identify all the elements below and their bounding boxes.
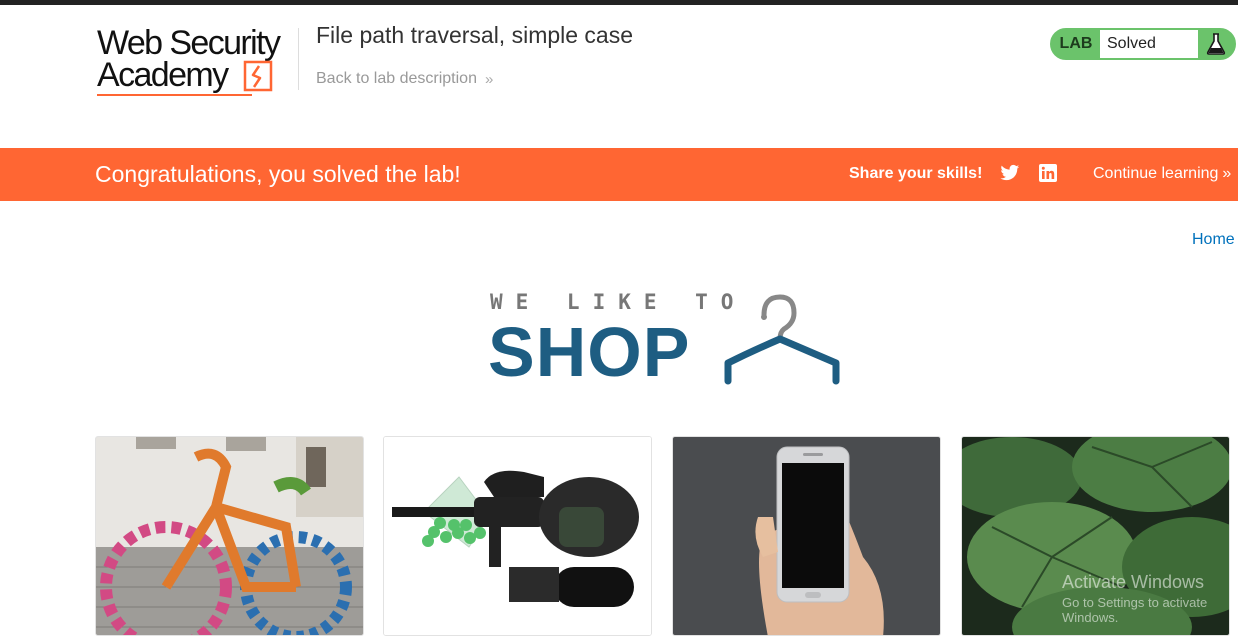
top-border <box>0 0 1238 5</box>
lab-solved-banner: Congratulations, you solved the lab! Sha… <box>0 148 1238 201</box>
shop-logo-word: SHOP <box>488 313 691 391</box>
shop-logo-tagline: WE LIKE TO <box>490 290 747 314</box>
lab-status-text: Solved <box>1100 30 1198 58</box>
watermark-line1: Activate Windows <box>1062 572 1205 592</box>
linkedin-icon[interactable] <box>1039 164 1057 182</box>
lab-title: File path traversal, simple case <box>316 22 634 48</box>
back-to-lab-description-link[interactable]: Back to lab description » <box>316 70 493 88</box>
product-card[interactable] <box>95 436 364 636</box>
logo-line1: Web Security <box>97 24 281 62</box>
continue-learning-link[interactable]: Continue learning » <box>1093 165 1231 183</box>
watermark-line2: Go to Settings to activate Windows. <box>1062 595 1208 625</box>
congratulations-message: Congratulations, you solved the lab! <box>95 161 461 187</box>
logo-line2: Academy <box>97 56 229 94</box>
lab-status-prefix: LAB <box>1059 35 1093 52</box>
academy-mark-icon <box>243 60 273 92</box>
product-image-paintball <box>384 437 651 635</box>
header-divider <box>298 28 299 90</box>
flask-icon <box>1198 30 1234 58</box>
product-card[interactable] <box>672 436 941 636</box>
double-chevron-right-icon: » <box>484 70 494 88</box>
back-link-label: Back to lab description <box>316 70 477 87</box>
logo-underline <box>97 94 252 96</box>
hanger-icon <box>724 294 840 385</box>
continue-learning-label: Continue learning <box>1093 165 1219 182</box>
product-image-bicycle <box>96 437 363 635</box>
twitter-icon[interactable] <box>1000 164 1020 182</box>
web-security-academy-logo[interactable]: Web Security Academy <box>97 26 297 98</box>
product-image-phone <box>673 437 940 635</box>
share-skills-label: Share your skills! <box>849 165 983 182</box>
double-chevron-right-icon: » <box>1222 165 1232 182</box>
home-link[interactable]: Home <box>1192 231 1235 249</box>
lab-status-widget: LAB Solved <box>1050 28 1236 60</box>
product-card[interactable] <box>383 436 652 636</box>
we-like-to-shop-logo: WE LIKE TO SHOP <box>488 290 848 391</box>
activate-windows-watermark: Activate Windows Go to Settings to activ… <box>1062 572 1238 625</box>
